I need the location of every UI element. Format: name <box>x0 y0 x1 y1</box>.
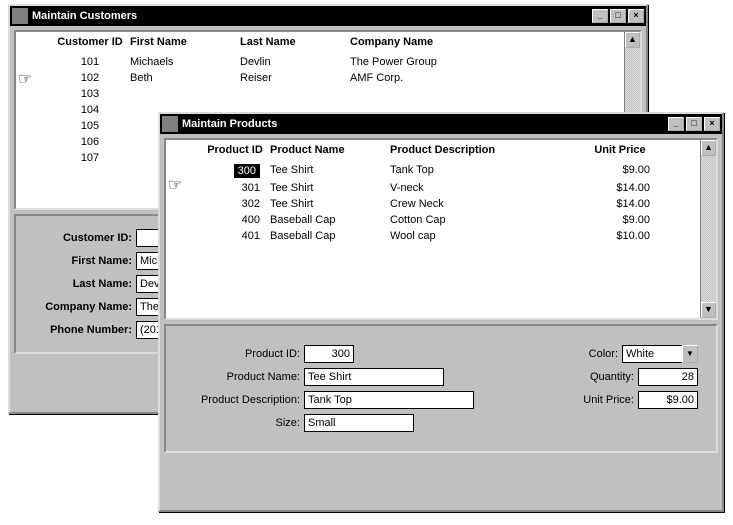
col-product-desc: Product Description <box>390 144 570 156</box>
dropdown-icon[interactable]: ▼ <box>682 345 698 363</box>
close-button[interactable]: × <box>704 117 720 131</box>
label-color: Color: <box>552 348 622 360</box>
scroll-down-icon[interactable]: ▼ <box>701 302 716 318</box>
table-row[interactable]: 301Tee ShirtV-neck$14.00 <box>200 180 716 196</box>
col-product-id: Product ID <box>200 144 270 156</box>
product-desc-field[interactable] <box>304 391 474 409</box>
product-name-field[interactable] <box>304 368 444 386</box>
current-row-pointer-icon: ☞ <box>168 178 182 194</box>
size-field[interactable] <box>304 414 414 432</box>
maximize-button[interactable]: □ <box>610 9 626 23</box>
products-form: Product ID: Color: ▼ Product Name: Quant… <box>164 324 718 453</box>
products-window: Maintain Products _ □ × Product ID Produ… <box>158 112 724 512</box>
table-row[interactable]: 400Baseball CapCotton Cap$9.00 <box>200 212 716 228</box>
table-row[interactable]: 102BethReiserAMF Corp. <box>50 70 640 86</box>
label-product-desc: Product Description: <box>184 394 304 406</box>
col-unit-price: Unit Price <box>570 144 670 156</box>
label-quantity: Quantity: <box>568 371 638 383</box>
customers-titlebar[interactable]: Maintain Customers _ □ × <box>10 6 646 26</box>
current-row-pointer-icon: ☞ <box>18 72 32 88</box>
col-company-name: Company Name <box>350 36 550 48</box>
scroll-up-icon[interactable]: ▲ <box>701 140 716 156</box>
table-row[interactable]: 401Baseball CapWool cap$10.00 <box>200 228 716 244</box>
table-row[interactable]: 300Tee ShirtTank Top$9.00 <box>200 162 716 180</box>
selected-cell: 300 <box>234 164 260 178</box>
label-phone-number: Phone Number: <box>26 324 136 336</box>
table-row[interactable]: 302Tee ShirtCrew Neck$14.00 <box>200 196 716 212</box>
minimize-button[interactable]: _ <box>668 117 684 131</box>
label-unit-price: Unit Price: <box>568 394 638 406</box>
scroll-track[interactable] <box>701 156 716 302</box>
customers-title: Maintain Customers <box>32 10 592 22</box>
label-product-id: Product ID: <box>184 348 304 360</box>
col-first-name: First Name <box>130 36 240 48</box>
label-last-name: Last Name: <box>26 278 136 290</box>
col-customer-id: Customer ID <box>50 36 130 48</box>
label-company-name: Company Name: <box>26 301 136 313</box>
col-product-name: Product Name <box>270 144 390 156</box>
label-product-name: Product Name: <box>184 371 304 383</box>
label-customer-id: Customer ID: <box>26 232 136 244</box>
table-row[interactable]: 103 <box>50 86 640 102</box>
products-titlebar[interactable]: Maintain Products _ □ × <box>160 114 722 134</box>
unit-price-field[interactable] <box>638 391 698 409</box>
products-grid-body: 300Tee ShirtTank Top$9.00 301Tee ShirtV-… <box>166 162 716 244</box>
customers-grid-header: Customer ID First Name Last Name Company… <box>16 32 640 54</box>
color-field[interactable] <box>622 345 682 363</box>
minimize-button[interactable]: _ <box>592 9 608 23</box>
products-scrollbar[interactable]: ▲ ▼ <box>700 140 716 318</box>
app-icon <box>12 8 28 24</box>
app-icon <box>162 116 178 132</box>
quantity-field[interactable] <box>638 368 698 386</box>
scroll-up-icon[interactable]: ▲ <box>625 32 640 48</box>
product-id-field[interactable] <box>304 345 354 363</box>
close-button[interactable]: × <box>628 9 644 23</box>
color-combo[interactable]: ▼ <box>622 345 698 363</box>
products-grid[interactable]: Product ID Product Name Product Descript… <box>164 138 718 320</box>
col-last-name: Last Name <box>240 36 350 48</box>
products-title: Maintain Products <box>182 118 668 130</box>
label-size: Size: <box>184 417 304 429</box>
maximize-button[interactable]: □ <box>686 117 702 131</box>
products-grid-header: Product ID Product Name Product Descript… <box>166 140 716 162</box>
label-first-name: First Name: <box>26 255 136 267</box>
table-row[interactable]: 101MichaelsDevlinThe Power Group <box>50 54 640 70</box>
